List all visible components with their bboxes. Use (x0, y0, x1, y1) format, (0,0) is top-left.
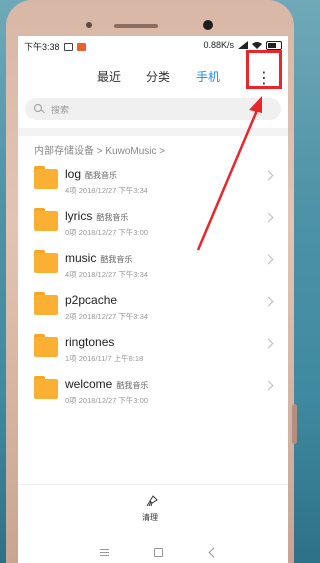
home-icon[interactable] (154, 548, 163, 557)
folder-tag: 酷我音乐 (96, 213, 129, 222)
folder-name: ringtones (65, 335, 115, 349)
folder-icon (34, 250, 58, 273)
annotation-highlight-box (246, 50, 282, 89)
search-icon (34, 104, 42, 112)
phone-frame: 下午3:38 0.88K/s 最近 分类 手机 ⋮ 搜索 内部存储设备 > Ku… (6, 0, 297, 563)
side-button (292, 404, 297, 444)
folder-row-p2pcache[interactable]: p2pcache 2项 2018/12/27 下午3:34 (18, 284, 288, 326)
folder-meta: 4项 2018/12/27 下午3:34 (65, 270, 148, 279)
folder-row-lyrics[interactable]: lyrics 酷我音乐 0项 2018/12/27 下午3:00 (18, 200, 288, 242)
tab-phone[interactable]: 手机 (196, 68, 220, 85)
brush-icon (146, 495, 158, 507)
wifi-icon (252, 42, 262, 49)
system-nav-bar (18, 541, 288, 563)
folder-row-log[interactable]: log 酷我音乐 4项 2018/12/27 下午3:34 (18, 158, 288, 200)
folder-tag: 酷我音乐 (116, 381, 149, 390)
folder-meta: 2项 2018/12/27 下午3:34 (65, 312, 148, 321)
folder-meta: 0项 2018/12/27 下午3:00 (65, 228, 148, 237)
folder-row-welcome[interactable]: welcome 酷我音乐 0项 2018/12/27 下午3:00 (18, 368, 288, 410)
folder-meta: 4项 2018/12/27 下午3:34 (65, 186, 148, 195)
chevron-right-icon (263, 212, 274, 223)
chevron-right-icon (263, 380, 274, 391)
folder-name: log (65, 167, 82, 181)
folder-icon (34, 166, 58, 189)
front-camera (203, 20, 213, 30)
screen: 下午3:38 0.88K/s 最近 分类 手机 ⋮ 搜索 内部存储设备 > Ku… (18, 36, 288, 563)
folder-name: welcome (65, 377, 113, 391)
folder-meta: 0项 2018/12/27 下午3:00 (65, 396, 148, 405)
back-icon[interactable] (208, 547, 219, 558)
folder-name: p2pcache (65, 293, 118, 307)
earpiece (114, 24, 158, 28)
section-divider (18, 128, 288, 136)
breadcrumb[interactable]: 内部存储设备 > KuwoMusic > (34, 142, 165, 157)
status-time: 下午3:38 (24, 42, 60, 52)
folder-row-ringtones[interactable]: ringtones 1项 2016/11/7 上午8:18 (18, 326, 288, 368)
search-bar[interactable]: 搜索 (25, 98, 281, 120)
folder-meta: 1项 2016/11/7 上午8:18 (65, 354, 144, 363)
chevron-right-icon (263, 170, 274, 181)
folder-icon (34, 376, 58, 399)
chevron-right-icon (263, 296, 274, 307)
battery-icon (266, 40, 282, 50)
tab-category[interactable]: 分类 (146, 68, 170, 85)
proximity-sensor (86, 22, 92, 28)
folder-name: music (65, 251, 97, 265)
clean-button[interactable]: 清理 (18, 484, 288, 529)
search-placeholder: 搜索 (51, 105, 70, 115)
clean-label: 清理 (142, 513, 158, 522)
network-speed: 0.88K/s (203, 40, 234, 50)
folder-tag: 酷我音乐 (100, 255, 133, 264)
folder-row-music[interactable]: music 酷我音乐 4项 2018/12/27 下午3:34 (18, 242, 288, 284)
app-status-icon (76, 42, 86, 51)
phone-bezel (6, 0, 294, 36)
folder-icon (34, 334, 58, 357)
camera-status-icon (63, 42, 73, 51)
tab-recent[interactable]: 最近 (97, 68, 121, 85)
folder-icon (34, 292, 58, 315)
signal-icon (238, 41, 248, 49)
folder-tag: 酷我音乐 (85, 171, 118, 180)
chevron-right-icon (263, 254, 274, 265)
menu-icon[interactable] (100, 549, 109, 556)
folder-icon (34, 208, 58, 231)
folder-name: lyrics (65, 209, 93, 223)
chevron-right-icon (263, 338, 274, 349)
